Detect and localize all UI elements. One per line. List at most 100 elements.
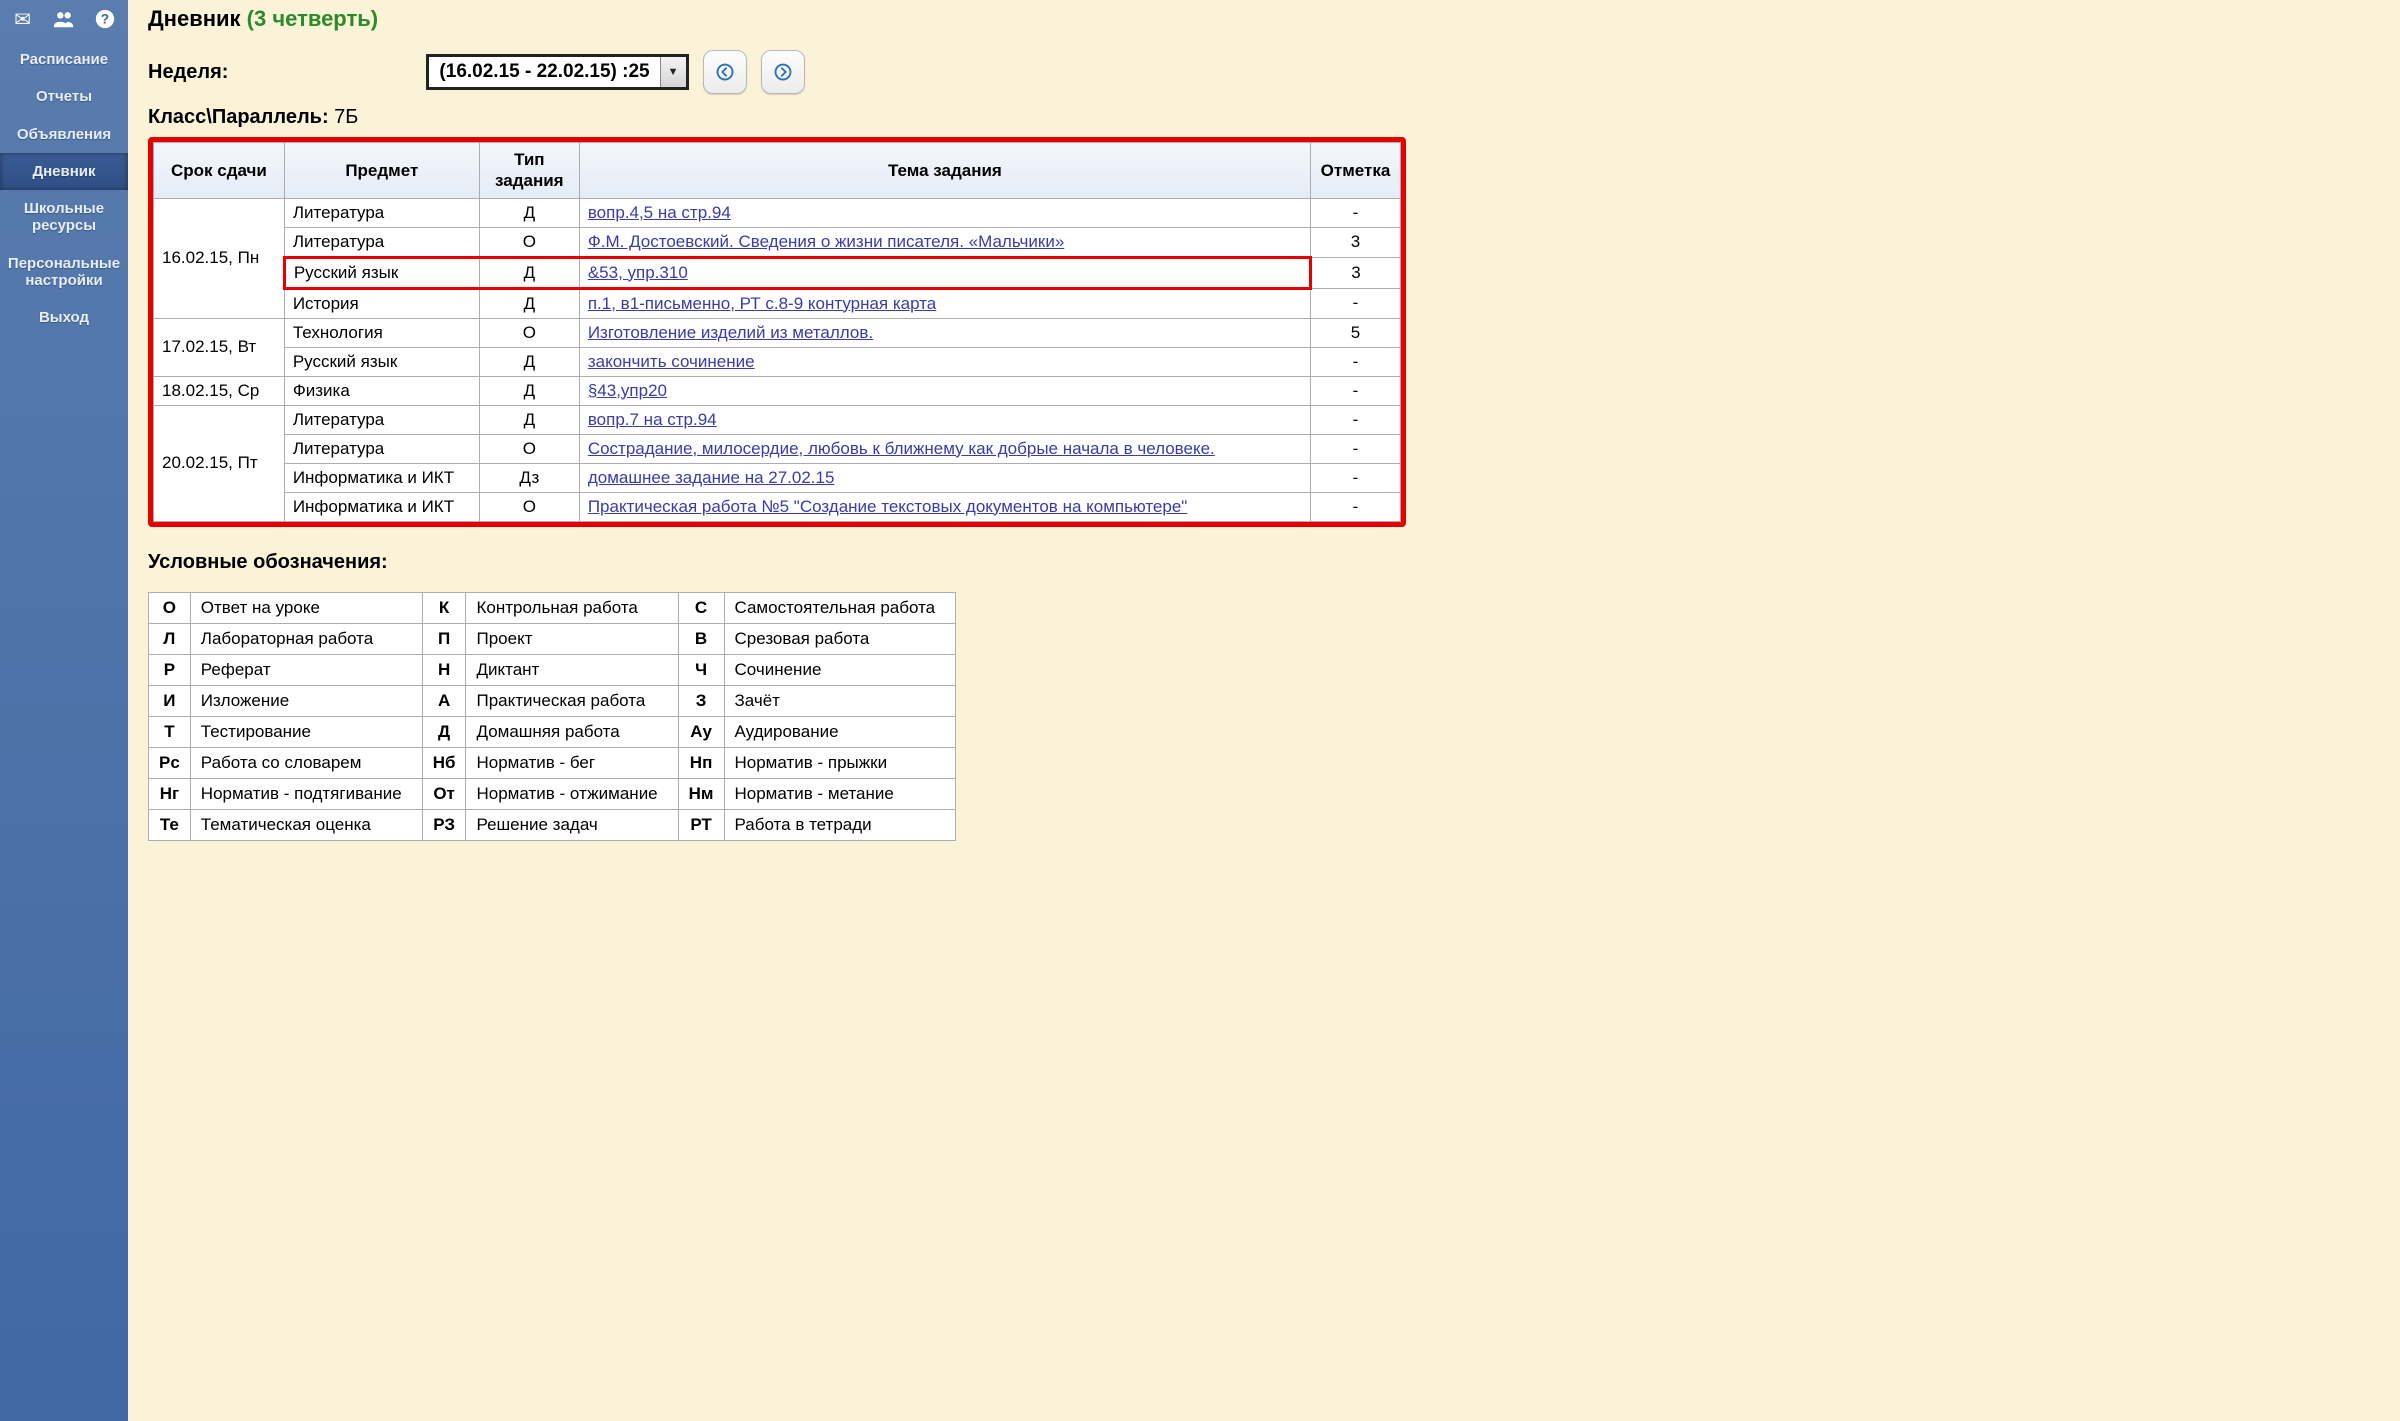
mark-cell: -	[1311, 492, 1401, 521]
type-cell: О	[479, 492, 579, 521]
due-date-cell: 16.02.15, Пн	[154, 198, 285, 318]
topic-link[interactable]: Практическая работа №5 "Создание текстов…	[588, 497, 1188, 516]
topic-link[interactable]: домашнее задание на 27.02.15	[588, 468, 835, 487]
due-date-cell: 18.02.15, Ср	[154, 376, 285, 405]
legend-code: Те	[149, 809, 191, 840]
sidebar-item[interactable]: Дневник	[0, 153, 128, 190]
topic-cell: Ф.М. Достоевский. Сведения о жизни писат…	[579, 227, 1310, 257]
prev-week-button[interactable]	[703, 50, 747, 94]
legend-row: ЛЛабораторная работаППроектВСрезовая раб…	[149, 623, 956, 654]
svg-text:?: ?	[101, 12, 109, 27]
subject-cell: История	[284, 288, 479, 318]
topic-link[interactable]: Изготовление изделий из металлов.	[588, 323, 873, 342]
sidebar-item[interactable]: Отчеты	[0, 78, 128, 115]
sidebar-item[interactable]: Выход	[0, 299, 128, 336]
subject-cell: Литература	[284, 198, 479, 227]
legend-code: РТ	[678, 809, 724, 840]
type-cell: Д	[479, 257, 579, 288]
legend-label: Аудирование	[724, 716, 956, 747]
sidebar-item[interactable]: Персональные настройки	[0, 245, 128, 300]
th-type: Тип задания	[479, 143, 579, 199]
subject-cell: Литература	[284, 405, 479, 434]
table-row: Русский языкД&53, упр.3103	[154, 257, 1401, 288]
legend-code: Ч	[678, 654, 724, 685]
legend-row: ТеТематическая оценкаРЗРешение задачРТРа…	[149, 809, 956, 840]
users-icon[interactable]	[48, 3, 80, 35]
topic-link[interactable]: Сострадание, милосердие, любовь к ближне…	[588, 439, 1215, 458]
legend-code: А	[422, 685, 466, 716]
sidebar-nav: РасписаниеОтчетыОбъявленияДневникШкольны…	[0, 41, 128, 336]
type-cell: О	[479, 227, 579, 257]
table-row: Русский языкДзакончить сочинение-	[154, 347, 1401, 376]
legend-label: Работа со словарем	[190, 747, 422, 778]
table-row: ИсторияДп.1, в1-письменно, РТ с.8-9 конт…	[154, 288, 1401, 318]
topic-link[interactable]: вопр.7 на стр.94	[588, 410, 717, 429]
class-label: Класс\Параллель:	[148, 106, 329, 128]
table-row: ЛитератураО Сострадание, милосердие, любо…	[154, 434, 1401, 463]
mark-cell: -	[1311, 376, 1401, 405]
help-icon[interactable]: ?	[89, 3, 121, 35]
legend-label: Норматив - бег	[466, 747, 678, 778]
type-cell: Д	[479, 347, 579, 376]
table-row: 20.02.15, ПтЛитератураДвопр.7 на стр.94-	[154, 405, 1401, 434]
legend-title: Условные обозначения:	[148, 551, 1408, 574]
mark-cell: 3	[1311, 257, 1401, 288]
week-selector-row: Неделя: (16.02.15 - 22.02.15) :25 ▼	[148, 50, 1408, 94]
mark-cell: 3	[1311, 227, 1401, 257]
page-title-period: (3 четверть)	[247, 6, 378, 31]
topic-link[interactable]: &53, упр.310	[588, 263, 688, 282]
subject-cell: Литература	[284, 434, 479, 463]
legend-label: Норматив - прыжки	[724, 747, 956, 778]
mail-icon[interactable]: ✉	[7, 3, 39, 35]
mark-cell: -	[1311, 198, 1401, 227]
legend-code: П	[422, 623, 466, 654]
mark-cell: -	[1311, 288, 1401, 318]
legend-label: Диктант	[466, 654, 678, 685]
th-mark: Отметка	[1311, 143, 1401, 199]
legend-row: ИИзложениеАПрактическая работаЗЗачёт	[149, 685, 956, 716]
legend-code: И	[149, 685, 191, 716]
sidebar-icon-row: ✉ ?	[0, 0, 128, 41]
table-row: 17.02.15, ВтТехнологияОИзготовление изде…	[154, 318, 1401, 347]
sidebar-item[interactable]: Расписание	[0, 41, 128, 78]
subject-cell: Информатика и ИКТ	[284, 492, 479, 521]
legend-label: Домашняя работа	[466, 716, 678, 747]
subject-cell: Физика	[284, 376, 479, 405]
topic-link[interactable]: Ф.М. Достоевский. Сведения о жизни писат…	[588, 232, 1064, 251]
topic-cell: закончить сочинение	[579, 347, 1310, 376]
legend-label: Изложение	[190, 685, 422, 716]
legend-code: З	[678, 685, 724, 716]
legend-code: Л	[149, 623, 191, 654]
mark-cell: -	[1311, 434, 1401, 463]
table-row: Информатика и ИКТО Практическая работа №5…	[154, 492, 1401, 521]
sidebar-item[interactable]: Объявления	[0, 116, 128, 153]
week-select[interactable]: (16.02.15 - 22.02.15) :25 ▼	[426, 54, 688, 90]
legend-label: Норматив - отжимание	[466, 778, 678, 809]
topic-link[interactable]: §43,упр20	[588, 381, 667, 400]
sidebar-item[interactable]: Школьные ресурсы	[0, 190, 128, 245]
legend-code: Нп	[678, 747, 724, 778]
legend-label: Тестирование	[190, 716, 422, 747]
week-select-value: (16.02.15 - 22.02.15) :25	[429, 61, 659, 83]
legend-label: Норматив - подтягивание	[190, 778, 422, 809]
th-topic: Тема задания	[579, 143, 1310, 199]
legend-label: Практическая работа	[466, 685, 678, 716]
legend-code: Нм	[678, 778, 724, 809]
diary-table-wrap: Срок сдачи Предмет Тип задания Тема зада…	[148, 137, 1406, 527]
legend-label: Решение задач	[466, 809, 678, 840]
type-cell: Д	[479, 405, 579, 434]
topic-cell: вопр.4,5 на стр.94	[579, 198, 1310, 227]
next-week-button[interactable]	[761, 50, 805, 94]
legend-row: ТТестированиеДДомашняя работаАуАудирован…	[149, 716, 956, 747]
type-cell: Д	[479, 198, 579, 227]
topic-cell: домашнее задание на 27.02.15	[579, 463, 1310, 492]
topic-link[interactable]: вопр.4,5 на стр.94	[588, 203, 731, 222]
mark-cell: -	[1311, 463, 1401, 492]
legend-code: Ау	[678, 716, 724, 747]
topic-link[interactable]: п.1, в1-письменно, РТ с.8-9 контурная ка…	[588, 294, 936, 313]
table-row: ЛитератураОФ.М. Достоевский. Сведения о …	[154, 227, 1401, 257]
legend-label: Контрольная работа	[466, 592, 678, 623]
topic-link[interactable]: закончить сочинение	[588, 352, 755, 371]
legend-code: О	[149, 592, 191, 623]
type-cell: О	[479, 434, 579, 463]
